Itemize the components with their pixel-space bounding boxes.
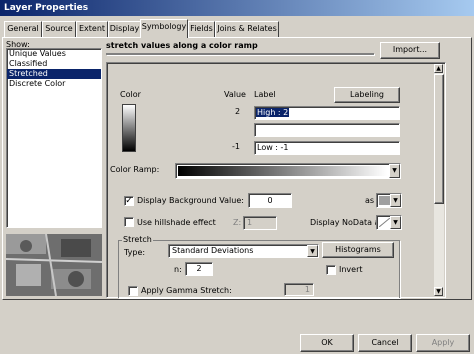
color-ramp-preview	[178, 166, 387, 176]
display-background-checkbox[interactable]: ✓	[124, 196, 134, 206]
tab-fields[interactable]: Fields	[188, 21, 215, 37]
background-color-picker[interactable]: ▼	[376, 193, 402, 208]
layer-preview-image	[6, 234, 102, 296]
n-label: n:	[174, 265, 182, 274]
tab-general[interactable]: General	[4, 21, 42, 37]
high-value: 2	[235, 107, 241, 116]
tab-joins-relates[interactable]: Joins & Relates	[215, 21, 279, 37]
nodata-label: Display NoData as	[310, 218, 384, 227]
renderer-description: stretch values along a color ramp	[106, 41, 258, 50]
stretch-type-dropdown[interactable]: Standard Deviations ▼	[168, 244, 319, 258]
cancel-button[interactable]: Cancel	[358, 334, 412, 352]
histograms-button[interactable]: Histograms	[322, 242, 394, 258]
chevron-down-icon[interactable]: ▼	[390, 194, 401, 207]
window-title: Layer Properties	[4, 3, 89, 13]
color-column-label: Color	[120, 90, 141, 99]
stretch-type-value: Standard Deviations	[172, 246, 254, 255]
chevron-down-icon[interactable]: ▼	[389, 164, 400, 178]
window-title-bar[interactable]: Layer Properties	[0, 0, 474, 16]
stretch-type-label: Type:	[124, 248, 146, 257]
tab-label: Fields	[190, 24, 213, 33]
scroll-up-icon[interactable]: ▲	[434, 64, 443, 73]
low-label-field[interactable]: Low : -1	[254, 141, 400, 155]
tab-display[interactable]: Display	[108, 21, 141, 37]
list-item-classified[interactable]: Classified	[7, 59, 101, 69]
n-value-field[interactable]: 2	[185, 262, 213, 276]
tab-source[interactable]: Source	[42, 21, 76, 37]
display-background-label: Display Background Value:	[137, 196, 244, 205]
import-button[interactable]: Import...	[380, 42, 440, 59]
tab-label: Display	[109, 24, 140, 33]
high-label-text: High : 2	[256, 108, 290, 117]
show-list[interactable]: Unique Values Classified Stretched Discr…	[6, 48, 102, 228]
no-color-icon	[379, 218, 390, 227]
list-item-unique-values[interactable]: Unique Values	[7, 49, 101, 59]
background-value-field[interactable]: 0	[248, 193, 292, 208]
ok-button[interactable]: OK	[300, 334, 354, 352]
tab-label: Joins & Relates	[217, 24, 277, 33]
aerial-thumbnail-icon	[6, 234, 102, 296]
tab-label: Source	[45, 24, 73, 33]
header-divider	[106, 53, 374, 55]
gamma-value-field[interactable]: 1	[284, 283, 314, 296]
label-column-label: Label	[254, 90, 276, 99]
hillshade-checkbox[interactable]	[124, 217, 134, 227]
low-label-text: Low : -1	[257, 143, 289, 152]
labeling-button[interactable]: Labeling	[334, 87, 400, 103]
tab-label: Extent	[78, 24, 106, 33]
tab-extent[interactable]: Extent	[76, 21, 108, 37]
z-factor-field[interactable]: 1	[243, 216, 277, 230]
value-column-label: Value	[224, 90, 246, 99]
apply-button[interactable]: Apply	[416, 334, 470, 352]
color-ramp-legend-swatch[interactable]	[122, 104, 136, 152]
color-ramp-dropdown[interactable]: ▼	[175, 163, 401, 179]
mid-label-field[interactable]	[254, 123, 400, 137]
gamma-stretch-checkbox[interactable]	[128, 286, 138, 296]
color-ramp-label: Color Ramp:	[110, 165, 160, 174]
invert-checkbox[interactable]	[326, 265, 336, 275]
nodata-color-picker[interactable]: ▼	[376, 215, 402, 230]
z-factor-label: Z:	[233, 218, 242, 227]
hillshade-label: Use hillshade effect	[137, 218, 216, 227]
list-item-stretched[interactable]: Stretched	[7, 69, 101, 79]
gamma-stretch-label: Apply Gamma Stretch:	[141, 286, 232, 295]
scrollbar-thumb[interactable]	[434, 74, 444, 204]
stretch-group-label: Stretch	[122, 235, 153, 244]
invert-label: Invert	[339, 265, 363, 274]
tab-symbology[interactable]: Symbology	[140, 19, 188, 38]
low-value: -1	[232, 142, 240, 151]
background-as-label: as	[365, 196, 375, 205]
high-label-field[interactable]: High : 2	[254, 106, 400, 120]
background-color-swatch	[379, 196, 390, 205]
vertical-scrollbar[interactable]: ▲ ▼	[434, 64, 444, 296]
chevron-down-icon[interactable]: ▼	[307, 245, 318, 257]
list-item-discrete-color[interactable]: Discrete Color	[7, 79, 101, 89]
chevron-down-icon[interactable]: ▼	[390, 216, 401, 229]
tab-label: General	[7, 24, 39, 33]
scroll-down-icon[interactable]: ▼	[434, 287, 443, 296]
tab-label: Symbology	[141, 22, 187, 31]
